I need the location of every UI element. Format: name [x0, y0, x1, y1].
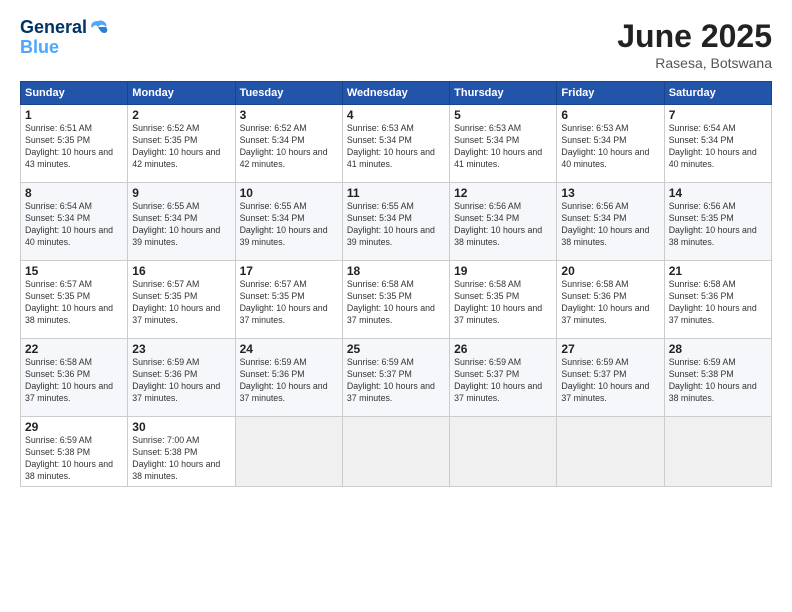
day-16: 16 Sunrise: 6:57 AMSunset: 5:35 PMDaylig…: [128, 261, 235, 339]
title-block: June 2025 Rasesa, Botswana: [617, 18, 772, 71]
calendar-week-2: 8 Sunrise: 6:54 AMSunset: 5:34 PMDayligh…: [21, 183, 772, 261]
col-friday: Friday: [557, 82, 664, 105]
day-22: 22 Sunrise: 6:58 AMSunset: 5:36 PMDaylig…: [21, 339, 128, 417]
location: Rasesa, Botswana: [617, 55, 772, 71]
col-thursday: Thursday: [450, 82, 557, 105]
logo-general: General: [20, 18, 87, 38]
day-9: 9 Sunrise: 6:55 AMSunset: 5:34 PMDayligh…: [128, 183, 235, 261]
day-29: 29 Sunrise: 6:59 AMSunset: 5:38 PMDaylig…: [21, 417, 128, 487]
col-wednesday: Wednesday: [342, 82, 449, 105]
col-sunday: Sunday: [21, 82, 128, 105]
col-monday: Monday: [128, 82, 235, 105]
logo: General Blue: [20, 18, 109, 58]
day-15: 15 Sunrise: 6:57 AMSunset: 5:35 PMDaylig…: [21, 261, 128, 339]
day-26: 26 Sunrise: 6:59 AMSunset: 5:37 PMDaylig…: [450, 339, 557, 417]
header: General Blue June 2025 Rasesa, Botswana: [20, 18, 772, 71]
calendar-table: Sunday Monday Tuesday Wednesday Thursday…: [20, 81, 772, 487]
day-11: 11 Sunrise: 6:55 AMSunset: 5:34 PMDaylig…: [342, 183, 449, 261]
day-14: 14 Sunrise: 6:56 AMSunset: 5:35 PMDaylig…: [664, 183, 771, 261]
day-20: 20 Sunrise: 6:58 AMSunset: 5:36 PMDaylig…: [557, 261, 664, 339]
empty-cell-4: [557, 417, 664, 487]
empty-cell-1: [235, 417, 342, 487]
month-title: June 2025: [617, 18, 772, 55]
empty-cell-2: [342, 417, 449, 487]
page: General Blue June 2025 Rasesa, Botswana …: [0, 0, 792, 612]
calendar-week-1: 1 Sunrise: 6:51 AMSunset: 5:35 PMDayligh…: [21, 105, 772, 183]
calendar-week-5: 29 Sunrise: 6:59 AMSunset: 5:38 PMDaylig…: [21, 417, 772, 487]
day-4: 4 Sunrise: 6:53 AMSunset: 5:34 PMDayligh…: [342, 105, 449, 183]
day-27: 27 Sunrise: 6:59 AMSunset: 5:37 PMDaylig…: [557, 339, 664, 417]
day-25: 25 Sunrise: 6:59 AMSunset: 5:37 PMDaylig…: [342, 339, 449, 417]
day-23: 23 Sunrise: 6:59 AMSunset: 5:36 PMDaylig…: [128, 339, 235, 417]
day-12: 12 Sunrise: 6:56 AMSunset: 5:34 PMDaylig…: [450, 183, 557, 261]
day-24: 24 Sunrise: 6:59 AMSunset: 5:36 PMDaylig…: [235, 339, 342, 417]
col-saturday: Saturday: [664, 82, 771, 105]
day-30: 30 Sunrise: 7:00 AMSunset: 5:38 PMDaylig…: [128, 417, 235, 487]
day-19: 19 Sunrise: 6:58 AMSunset: 5:35 PMDaylig…: [450, 261, 557, 339]
day-5: 5 Sunrise: 6:53 AMSunset: 5:34 PMDayligh…: [450, 105, 557, 183]
day-1: 1 Sunrise: 6:51 AMSunset: 5:35 PMDayligh…: [21, 105, 128, 183]
day-7: 7 Sunrise: 6:54 AMSunset: 5:34 PMDayligh…: [664, 105, 771, 183]
day-17: 17 Sunrise: 6:57 AMSunset: 5:35 PMDaylig…: [235, 261, 342, 339]
logo-blue: Blue: [20, 37, 59, 57]
day-2: 2 Sunrise: 6:52 AMSunset: 5:35 PMDayligh…: [128, 105, 235, 183]
day-3: 3 Sunrise: 6:52 AMSunset: 5:34 PMDayligh…: [235, 105, 342, 183]
calendar-week-3: 15 Sunrise: 6:57 AMSunset: 5:35 PMDaylig…: [21, 261, 772, 339]
day-8: 8 Sunrise: 6:54 AMSunset: 5:34 PMDayligh…: [21, 183, 128, 261]
calendar-header-row: Sunday Monday Tuesday Wednesday Thursday…: [21, 82, 772, 105]
day-13: 13 Sunrise: 6:56 AMSunset: 5:34 PMDaylig…: [557, 183, 664, 261]
day-28: 28 Sunrise: 6:59 AMSunset: 5:38 PMDaylig…: [664, 339, 771, 417]
day-18: 18 Sunrise: 6:58 AMSunset: 5:35 PMDaylig…: [342, 261, 449, 339]
empty-cell-5: [664, 417, 771, 487]
logo-bird-icon: [88, 19, 108, 37]
day-6: 6 Sunrise: 6:53 AMSunset: 5:34 PMDayligh…: [557, 105, 664, 183]
calendar-week-4: 22 Sunrise: 6:58 AMSunset: 5:36 PMDaylig…: [21, 339, 772, 417]
day-10: 10 Sunrise: 6:55 AMSunset: 5:34 PMDaylig…: [235, 183, 342, 261]
empty-cell-3: [450, 417, 557, 487]
col-tuesday: Tuesday: [235, 82, 342, 105]
day-21: 21 Sunrise: 6:58 AMSunset: 5:36 PMDaylig…: [664, 261, 771, 339]
